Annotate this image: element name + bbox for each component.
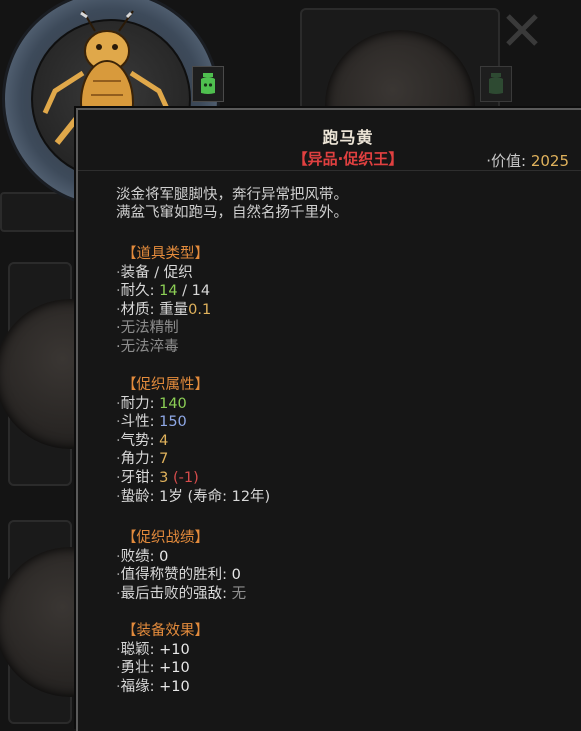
tooltip-header: 跑马黄 【异品·促织王】 ·价值: 2025 — [78, 110, 581, 171]
record-notable-wins: ·值得称赞的胜利: 0 — [116, 567, 241, 584]
stat-label: 蛰龄: — [120, 488, 155, 505]
item-value-label: ·价值: — [486, 152, 527, 170]
record-last-foe: ·最后击败的强敌: 无 — [116, 585, 247, 602]
inventory-slot[interactable] — [0, 262, 145, 486]
description-line: 淡金将军腿脚快，奔行异常把风带。 — [116, 187, 348, 203]
item-description: 淡金将军腿脚快，奔行异常把风带。 满盆飞窜如跑马，自然名扬千里外。 — [116, 186, 348, 222]
effect-row: ·聪颖: +10 — [116, 641, 190, 658]
stat-momentum: ·气势: 4 — [116, 432, 169, 449]
record-label: 最后击败的强敌: — [120, 585, 227, 602]
stat-value: 1岁 (寿命: 12年) — [159, 488, 271, 505]
effect-value: +10 — [159, 641, 190, 658]
stat-value: 7 — [159, 451, 169, 468]
durability-separator: / — [177, 283, 192, 300]
section-equip-effects: 【装备效果】 ·聪颖: +10 ·勇壮: +10 ·福缘: +10 — [116, 622, 209, 696]
stat-value: 150 — [159, 414, 187, 431]
effect-row: ·勇壮: +10 — [116, 660, 190, 677]
effect-value: +10 — [159, 678, 190, 695]
durability-row: ·耐久: 14 / 14 — [116, 283, 211, 300]
item-value-number: 2025 — [530, 152, 569, 170]
stat-value: 140 — [159, 395, 187, 412]
item-name: 跑马黄 — [322, 128, 374, 147]
item-value: ·价值: 2025 — [486, 150, 569, 171]
jar-tag-slot[interactable] — [192, 66, 224, 102]
stat-horn: ·角力: 7 — [116, 451, 169, 468]
stat-modifier: (-1) — [172, 469, 199, 486]
stat-value: 3 — [159, 469, 169, 486]
record-value: 0 — [159, 548, 169, 565]
stat-fang: ·牙钳: 3 (-1) — [116, 469, 199, 486]
stat-value: 4 — [159, 432, 169, 449]
section-attributes: 【促织属性】 ·耐力: 140 ·斗性: 150 ·气势: 4 ·角力: 7 ·… — [116, 376, 270, 506]
stat-fighting: ·斗性: 150 — [116, 414, 187, 431]
effect-label: 福缘: — [120, 678, 155, 695]
jar-tag-slot[interactable] — [480, 66, 512, 102]
note-refine-text: 无法精制 — [120, 320, 179, 337]
crossed-swords-icon — [506, 14, 538, 46]
section-title: 【装备效果】 — [122, 623, 209, 639]
effect-value: +10 — [159, 660, 190, 677]
note-poison: ·无法淬毒 — [116, 338, 179, 355]
effect-row: ·福缘: +10 — [116, 678, 190, 695]
material-weight: 0.1 — [188, 301, 212, 318]
record-label: 败绩: — [120, 548, 155, 565]
section-title: 【道具类型】 — [122, 246, 209, 262]
stat-age: ·蛰龄: 1岁 (寿命: 12年) — [116, 488, 271, 505]
jar-icon — [489, 73, 503, 94]
record-value: 无 — [231, 585, 247, 602]
note-poison-text: 无法淬毒 — [120, 338, 179, 355]
stat-label: 角力: — [120, 451, 155, 468]
durability-label: 耐久: — [120, 283, 155, 300]
durability-max: 14 — [191, 283, 211, 300]
jar-icon — [201, 73, 215, 94]
material-row: ·材质: 重量0.1 — [116, 301, 212, 318]
inventory-slot[interactable] — [0, 520, 145, 724]
item-category: ·装备 / 促织 — [116, 264, 193, 281]
effect-label: 聪颖: — [120, 641, 155, 658]
material-value: 重量 — [159, 301, 189, 318]
stat-endurance: ·耐力: 140 — [116, 395, 187, 412]
item-tooltip: 跑马黄 【异品·促织王】 ·价值: 2025 淡金将军腿脚快，奔行异常把风带。 … — [76, 108, 581, 731]
section-title: 【促织战绩】 — [122, 530, 209, 546]
stat-label: 气势: — [120, 432, 155, 449]
durability-current: 14 — [159, 283, 178, 300]
stat-label: 牙钳: — [120, 469, 155, 486]
record-label: 值得称赞的胜利: — [120, 567, 227, 584]
description-line: 满盆飞窜如跑马，自然名扬千里外。 — [116, 205, 348, 221]
material-label: 材质: — [120, 301, 155, 318]
category-value: 装备 / 促织 — [120, 264, 193, 281]
effect-label: 勇壮: — [120, 660, 155, 677]
note-refine: ·无法精制 — [116, 320, 179, 337]
record-value: 0 — [231, 567, 241, 584]
section-item-type: 【道具类型】 ·装备 / 促织 ·耐久: 14 / 14 ·材质: 重量0.1 … — [116, 245, 211, 357]
section-battle-record: 【促织战绩】 ·败绩: 0 ·值得称赞的胜利: 0 ·最后击败的强敌: 无 — [116, 529, 246, 603]
stat-label: 斗性: — [120, 414, 155, 431]
record-losses: ·败绩: 0 — [116, 548, 169, 565]
stat-label: 耐力: — [120, 395, 155, 412]
section-title: 【促织属性】 — [122, 377, 209, 393]
